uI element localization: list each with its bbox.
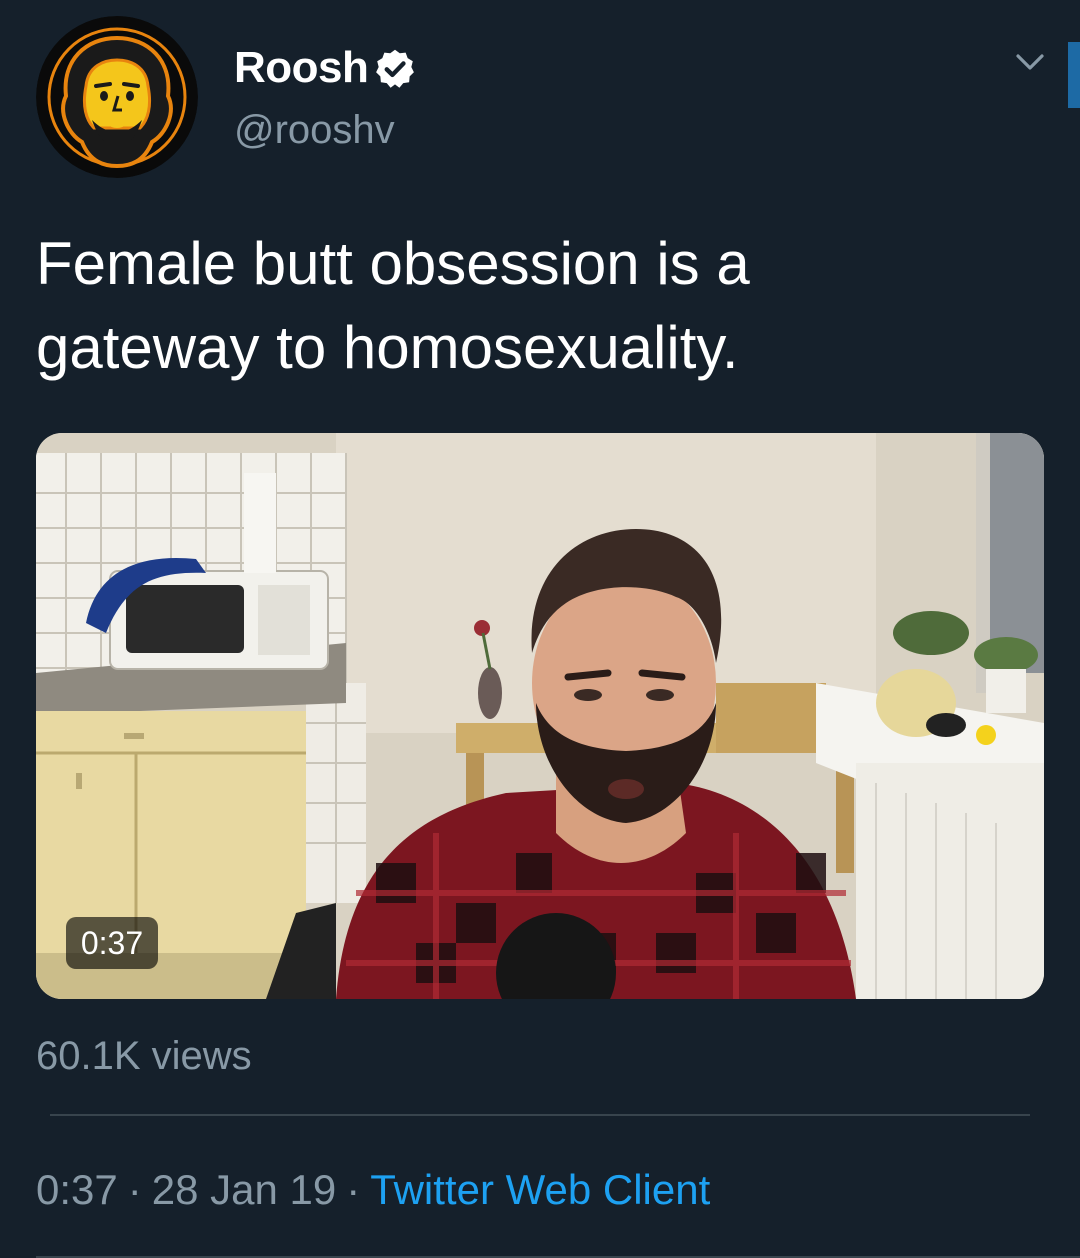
display-name[interactable]: Roosh	[234, 40, 369, 96]
video-duration-badge: 0:37	[66, 917, 158, 969]
tweet-source-link[interactable]: Twitter Web Client	[370, 1166, 710, 1213]
user-handle[interactable]: @rooshv	[234, 104, 395, 156]
video-player[interactable]	[36, 433, 1044, 999]
separator: ·	[346, 1166, 361, 1213]
verified-badge-icon	[376, 49, 414, 88]
tweet-date: 28 Jan 19	[151, 1166, 337, 1213]
profile-avatar[interactable]	[36, 16, 198, 178]
tweet-text: Female butt obsession is a gateway to ho…	[36, 222, 1046, 390]
separator: ·	[127, 1166, 142, 1213]
tweet-text-line: gateway to homosexuality.	[36, 314, 739, 381]
tweet-metadata: 0:37 · 28 Jan 19 · Twitter Web Client	[36, 1162, 710, 1218]
divider	[50, 1114, 1030, 1116]
chevron-down-icon[interactable]	[1010, 44, 1050, 80]
tweet-detail: Roosh @rooshv Female butt obsession is a…	[0, 0, 1080, 1258]
view-count: 60.1K views	[36, 1034, 252, 1078]
scroll-indicator	[1068, 42, 1080, 108]
avatar-cartoon-icon	[36, 16, 198, 178]
video-thumbnail	[36, 433, 1044, 999]
tweet-text-line: Female butt obsession is a	[36, 230, 750, 297]
tweet-time: 0:37	[36, 1166, 118, 1213]
